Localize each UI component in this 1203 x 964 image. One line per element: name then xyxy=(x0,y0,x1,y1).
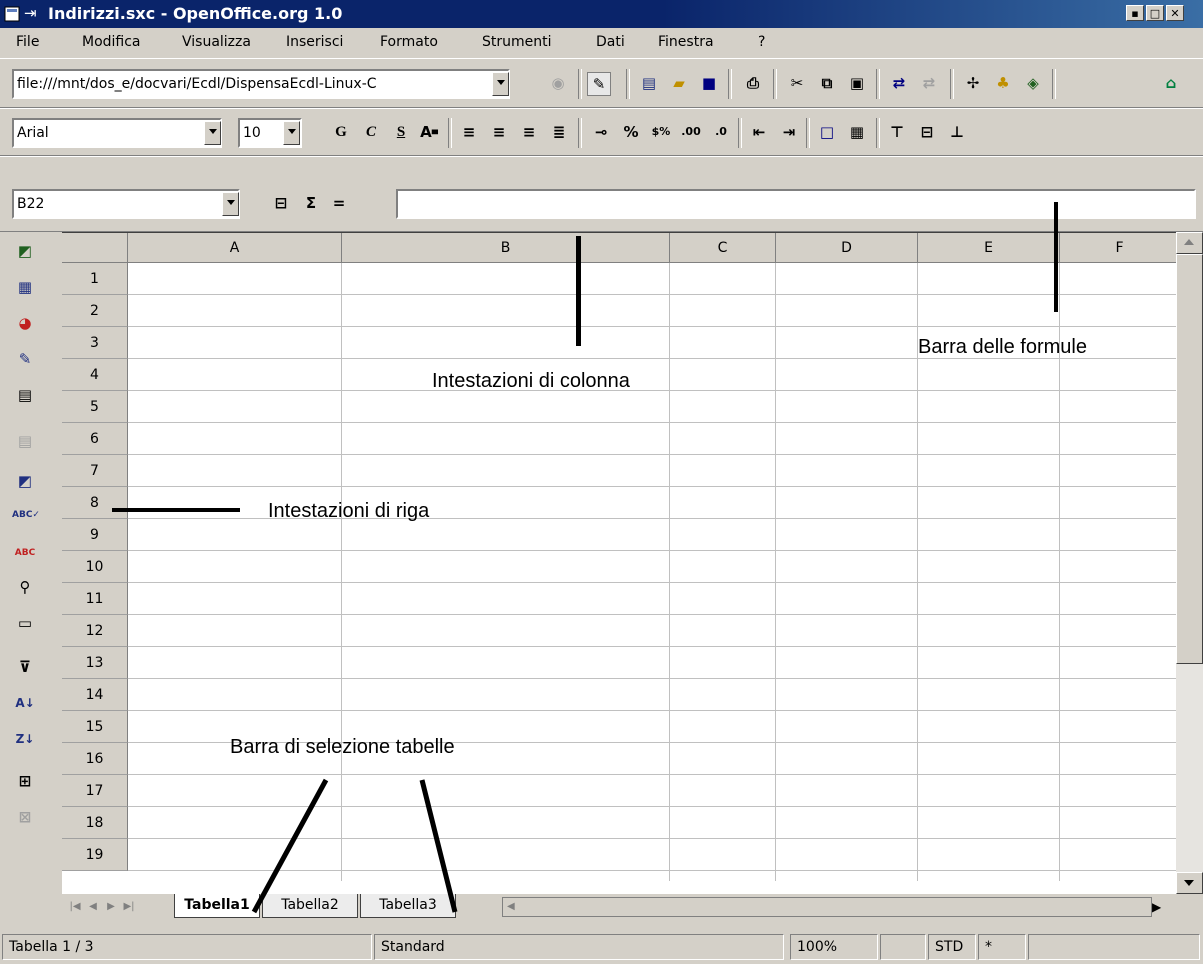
annotation-pointer-tabella1 xyxy=(251,778,329,914)
annotation-pointers-tabs xyxy=(251,778,458,914)
annotation-pointer-tabella3 xyxy=(419,779,458,913)
spreadsheet-window: ⇥ Indirizzi.sxc - OpenOffice.org 1.0 ▪ □… xyxy=(0,0,1203,964)
